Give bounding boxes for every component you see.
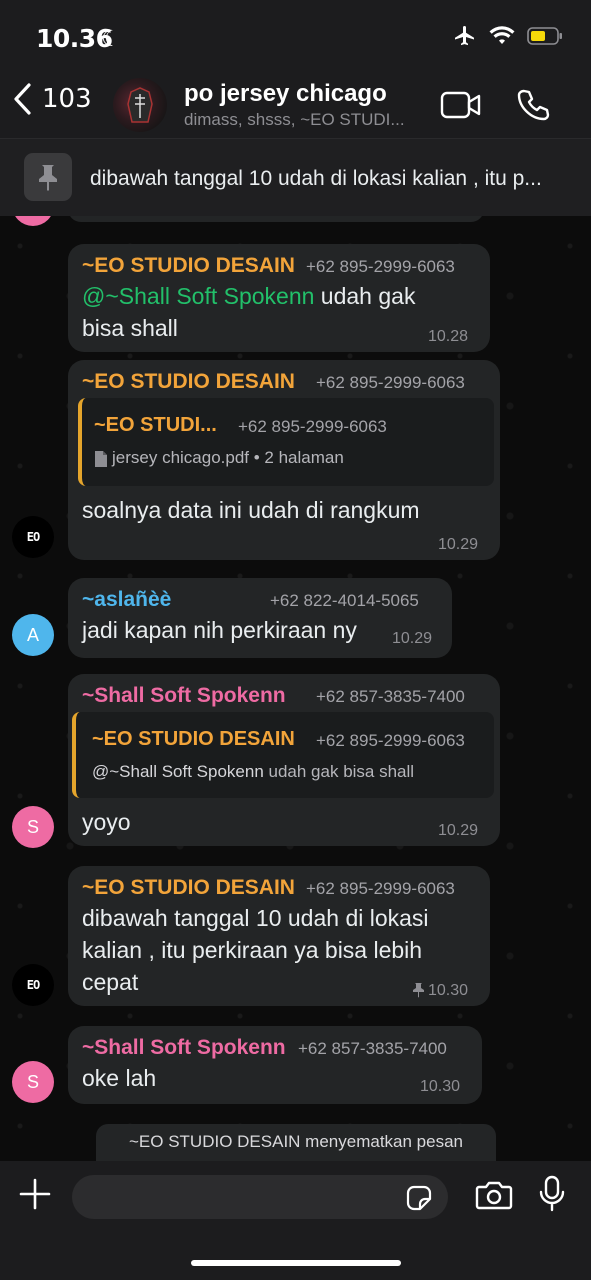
sticker-icon[interactable] — [404, 1183, 434, 1213]
sender-avatar[interactable]: S — [12, 806, 54, 848]
message-bubble[interactable]: ~Shall Soft Spokenn +62 857-3835-7400 ok… — [68, 1026, 482, 1104]
message-time: 10.28 — [428, 328, 469, 345]
plus-icon[interactable] — [18, 1177, 52, 1211]
quoted-sender: ~EO STUDI... — [94, 414, 217, 436]
message-list[interactable]: ~EO STUDIO DESAIN +62 895-2999-6063 @~Sh… — [0, 216, 591, 1161]
message-bubble[interactable]: ~Shall Soft Spokenn +62 857-3835-7400 ~E… — [68, 674, 500, 846]
chat-title[interactable]: po jersey chicago — [184, 80, 387, 108]
mention-link[interactable]: @~Shall Soft Spokenn — [82, 283, 314, 309]
message-text: yoyo — [82, 809, 131, 835]
chat-header: 103 po jersey chicago dimass, shsss, ~EO… — [0, 72, 591, 138]
sender-avatar[interactable]: EO — [12, 516, 54, 558]
document-icon — [94, 450, 108, 473]
quoted-phone: +62 895-2999-6063 — [316, 731, 465, 750]
camera-icon[interactable] — [475, 1179, 513, 1211]
message-text: @~Shall Soft Spokenn udah gak — [82, 283, 416, 309]
quoted-document: jersey chicago.pdf • 2 halaman — [112, 448, 344, 467]
sender-phone: +62 822-4014-5065 — [270, 591, 419, 610]
sender-phone: +62 895-2999-6063 — [306, 879, 455, 898]
message-text: jadi kapan nih perkiraan ny — [82, 617, 357, 643]
message-time: 10.29 — [438, 822, 479, 839]
sender-avatar[interactable]: S — [12, 1061, 54, 1103]
pinned-message-bar[interactable]: dibawah tanggal 10 udah di lokasi kalian… — [0, 138, 591, 216]
message-text: kalian , itu perkiraan ya bisa lebih — [82, 937, 423, 963]
sender-phone: +62 857-3835-7400 — [298, 1039, 447, 1058]
quoted-sender: ~EO STUDIO DESAIN — [92, 728, 295, 750]
message-time: 10.30 — [428, 982, 469, 999]
quoted-phone: +62 895-2999-6063 — [238, 417, 387, 436]
message-bubble[interactable]: ~EO STUDIO DESAIN +62 895-2999-6063 @~Sh… — [68, 244, 490, 352]
message-time: 10.29 — [392, 630, 433, 647]
phone-call-icon[interactable] — [516, 88, 550, 122]
moon-icon: ☾ — [101, 26, 121, 51]
message-time: 10.30 — [420, 1078, 461, 1095]
status-bar: 10.36 ☾ — [0, 0, 591, 72]
quoted-message[interactable]: ~EO STUDIO DESAIN +62 895-2999-6063 @~Sh… — [72, 712, 494, 798]
pinned-message-text: dibawah tanggal 10 udah di lokasi kalian… — [90, 167, 542, 190]
chat-members[interactable]: dimass, shsss, ~EO STUDI... — [184, 110, 405, 130]
wifi-icon — [489, 26, 515, 44]
message-bubble[interactable]: ~aslañèè +62 822-4014-5065 jadi kapan ni… — [68, 578, 452, 658]
microphone-icon[interactable] — [538, 1175, 566, 1213]
sender-phone: +62 895-2999-6063 — [306, 257, 455, 276]
airplane-icon — [455, 26, 474, 46]
sender-name[interactable]: ~aslañèè — [82, 588, 171, 612]
sender-name[interactable]: ~Shall Soft Spokenn — [82, 684, 286, 708]
message-input[interactable] — [72, 1175, 448, 1219]
sender-name[interactable]: ~EO STUDIO DESAIN — [82, 370, 295, 394]
message-text: oke lah — [82, 1065, 157, 1091]
pinned-indicator-icon — [412, 982, 425, 1003]
system-message: ~EO STUDIO DESAIN menyematkan pesan — [96, 1124, 496, 1161]
avatar-partial — [12, 216, 54, 226]
message-bubble-partial[interactable] — [68, 216, 484, 222]
quoted-text: @~Shall Soft Spokenn udah gak bisa shall — [92, 762, 415, 781]
quoted-message[interactable]: ~EO STUDI... +62 895-2999-6063 jersey ch… — [78, 398, 494, 486]
chevron-left-icon — [14, 83, 31, 115]
back-button[interactable]: 103 — [12, 82, 92, 116]
message-text: dibawah tanggal 10 udah di lokasi — [82, 905, 429, 931]
message-bubble[interactable]: ~EO STUDIO DESAIN +62 895-2999-6063 ~EO … — [68, 360, 500, 560]
sender-name[interactable]: ~EO STUDIO DESAIN — [82, 254, 295, 278]
sender-phone: +62 857-3835-7400 — [316, 687, 465, 706]
message-text: cepat — [82, 969, 139, 995]
sender-name[interactable]: ~EO STUDIO DESAIN — [82, 876, 295, 900]
message-text: bisa shall — [82, 315, 178, 341]
pin-icon — [24, 153, 72, 201]
message-text: soalnya data ini udah di rangkum — [82, 497, 420, 523]
sender-avatar[interactable]: EO — [12, 964, 54, 1006]
video-call-icon[interactable] — [440, 90, 482, 120]
sender-phone: +62 895-2999-6063 — [316, 373, 465, 392]
message-time: 10.29 — [438, 536, 479, 553]
group-avatar[interactable] — [113, 78, 167, 132]
sender-avatar[interactable]: A — [12, 614, 54, 656]
home-indicator[interactable] — [191, 1260, 401, 1266]
battery-icon — [527, 27, 562, 45]
sender-name[interactable]: ~Shall Soft Spokenn — [82, 1036, 286, 1060]
unread-count: 103 — [42, 84, 92, 114]
message-bubble[interactable]: ~EO STUDIO DESAIN +62 895-2999-6063 diba… — [68, 866, 490, 1006]
